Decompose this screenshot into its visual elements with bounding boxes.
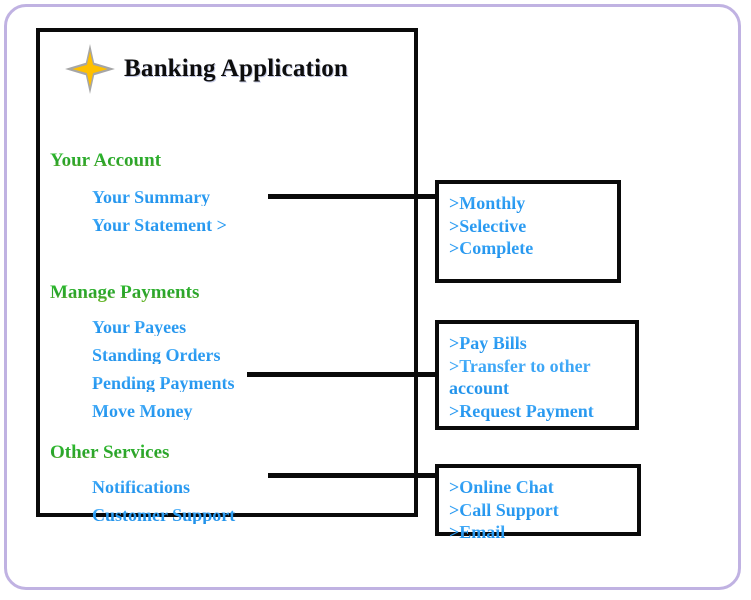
menu-item-your-statement[interactable]: Your Statement >	[92, 216, 414, 234]
menu-item-standing-orders[interactable]: Standing Orders	[92, 346, 414, 364]
section-header-other-services: Other Services	[50, 442, 414, 464]
connector-line-customer-support	[268, 473, 438, 478]
menu-item-customer-support[interactable]: Customer Support	[92, 506, 414, 524]
submenu-item-monthly[interactable]: >Monthly	[449, 192, 617, 215]
app-header: Banking Application	[40, 38, 414, 100]
banking-application-panel: Banking Application Your Account Your Su…	[36, 28, 418, 524]
section-header-your-account: Your Account	[50, 150, 414, 172]
menu-list-manage-payments: Your Payees Standing Orders Pending Paym…	[40, 318, 414, 420]
submenu-item-pay-bills[interactable]: >Pay Bills	[449, 332, 635, 355]
submenu-item-call-support[interactable]: >Call Support	[449, 499, 637, 522]
submenu-move-money: >Pay Bills >Transfer to other account >R…	[435, 320, 639, 430]
menu-item-move-money[interactable]: Move Money	[92, 402, 414, 420]
submenu-item-online-chat[interactable]: >Online Chat	[449, 476, 637, 499]
connector-line-your-statement	[268, 194, 438, 199]
diagram-canvas: Banking Application Your Account Your Su…	[0, 0, 751, 600]
submenu-item-email[interactable]: >Email	[449, 521, 637, 544]
connector-line-move-money	[247, 372, 438, 377]
menu-item-notifications[interactable]: Notifications	[92, 478, 414, 496]
menu-item-your-payees[interactable]: Your Payees	[92, 318, 414, 336]
menu-list-other-services: Notifications Customer Support	[40, 478, 414, 524]
menu-section-other-services: Other Services Notifications Customer Su…	[40, 442, 414, 524]
four-pointed-star-icon	[65, 44, 115, 94]
submenu-item-transfer-to-other-account[interactable]: >Transfer to other account	[449, 355, 635, 400]
submenu-customer-support: >Online Chat >Call Support >Email	[435, 464, 641, 542]
submenu-item-complete[interactable]: >Complete	[449, 237, 617, 260]
submenu-item-request-payment[interactable]: >Request Payment	[449, 400, 635, 423]
page-title: Banking Application	[124, 55, 349, 82]
submenu-your-statement: >Monthly >Selective >Complete	[435, 180, 621, 283]
submenu-item-selective[interactable]: >Selective	[449, 215, 617, 238]
menu-section-manage-payments: Manage Payments Your Payees Standing Ord…	[40, 282, 414, 420]
section-header-manage-payments: Manage Payments	[50, 282, 414, 304]
menu-section-your-account: Your Account Your Summary Your Statement…	[40, 150, 414, 234]
